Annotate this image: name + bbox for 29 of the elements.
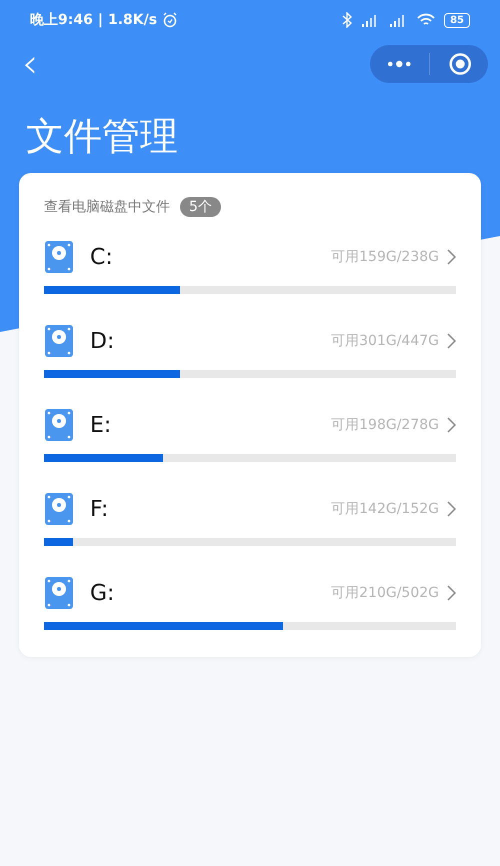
disk-row[interactable]: D: 可用301G/447G <box>19 307 481 391</box>
disk-usage: 可用301G/447G <box>331 332 439 350</box>
chevron-icon[interactable] <box>447 417 456 433</box>
disk-usage: 可用210G/502G <box>331 584 439 602</box>
bluetooth-icon <box>342 12 352 28</box>
disk-row[interactable]: C: 可用159G/238G <box>19 223 481 307</box>
alarm-icon <box>162 12 178 28</box>
disk-name: D: <box>90 328 114 354</box>
chevron-icon[interactable] <box>447 249 456 265</box>
network-speed: 1.8K/s <box>108 12 158 28</box>
status-time: 晚上9:46 <box>30 11 93 29</box>
page-title: 文件管理 <box>26 113 179 160</box>
chevron-icon[interactable] <box>447 333 456 349</box>
battery-indicator: 85 <box>444 12 470 28</box>
disk-row[interactable]: E: 可用198G/278G <box>19 391 481 475</box>
card-heading: 查看电脑磁盘中文件 <box>44 198 170 216</box>
chevron-icon[interactable] <box>447 501 456 517</box>
disk-row[interactable]: G: 可用210G/502G <box>19 559 481 643</box>
status-separator: | <box>98 12 103 28</box>
disk-name: C: <box>90 244 113 270</box>
disk-row[interactable]: F: 可用142G/152G <box>19 475 481 559</box>
disk-usage: 可用159G/238G <box>331 248 439 266</box>
chevron-icon[interactable] <box>447 585 456 601</box>
count-badge: 5个 <box>180 197 221 217</box>
disk-name: F: <box>90 496 108 522</box>
disk-name: G: <box>90 580 114 606</box>
disk-name: E: <box>90 412 112 438</box>
disk-usage: 可用142G/152G <box>331 500 439 518</box>
disk-usage: 可用198G/278G <box>331 416 439 434</box>
